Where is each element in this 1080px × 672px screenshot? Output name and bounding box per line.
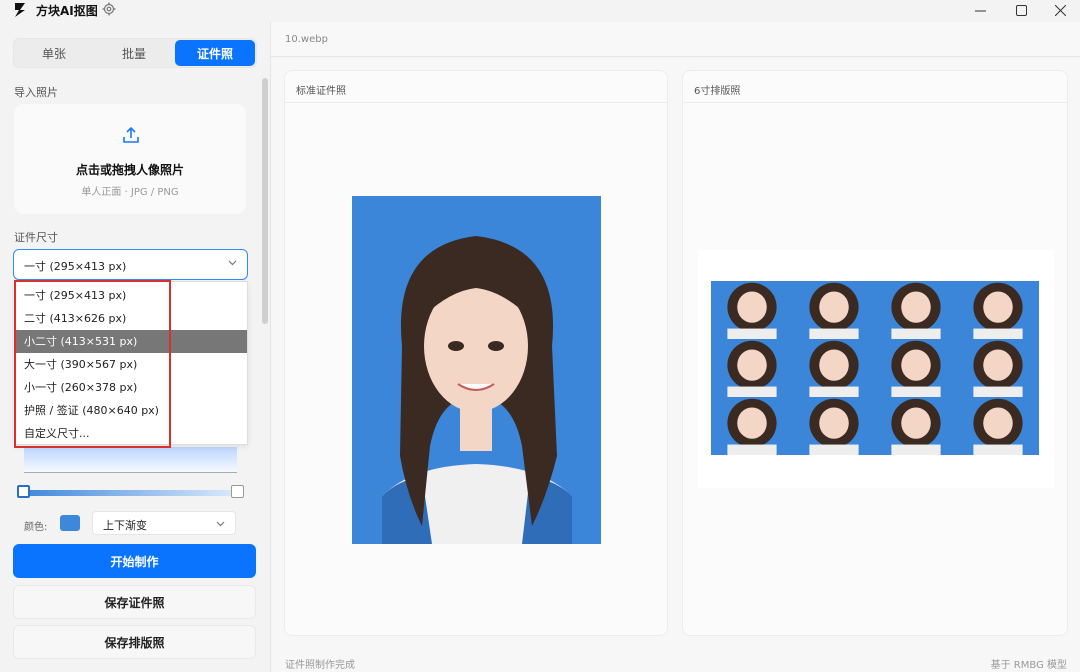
color-swatch[interactable]: [60, 515, 80, 531]
size-option[interactable]: 一寸 (295×413 px): [15, 284, 247, 307]
panel-header: 标准证件照: [285, 71, 667, 103]
layout-thumbnail: [793, 397, 875, 455]
mode-tabs: 单张 批量 证件照: [13, 38, 257, 68]
layout-thumbnail: [711, 339, 793, 397]
maximize-icon: [1015, 4, 1027, 16]
gradient-preview: [24, 447, 237, 473]
size-option-highlighted[interactable]: 小二寸 (413×531 px): [15, 330, 247, 353]
upload-dropzone[interactable]: 点击或拖拽人像照片 单人正面 · JPG / PNG: [14, 104, 246, 214]
layout-thumbnail: [711, 281, 793, 339]
status-message: 证件照制作完成: [285, 660, 355, 671]
layout-thumbnail: [875, 339, 957, 397]
upload-title: 点击或拖拽人像照片: [75, 163, 184, 177]
main-area: 10.webp 标准证件照 6寸排版照 证件照制作完成 基于 RMBG 模型: [270, 22, 1080, 672]
file-name[interactable]: 10.webp: [285, 34, 328, 45]
size-select-value: 一寸 (295×413 px): [24, 260, 127, 273]
upload-icon: [123, 126, 139, 143]
layout-thumbnail: [875, 281, 957, 339]
size-option[interactable]: 小一寸 (260×378 px): [15, 376, 247, 399]
start-button[interactable]: 开始制作: [13, 544, 256, 578]
save-id-photo-button[interactable]: 保存证件照: [13, 585, 256, 619]
size-option[interactable]: 自定义尺寸...: [15, 422, 247, 445]
tab-id-photo[interactable]: 证件照: [175, 40, 255, 66]
status-bar: 证件照制作完成 基于 RMBG 模型: [271, 652, 1080, 672]
gradient-mode-select[interactable]: 上下渐变: [92, 511, 236, 535]
layout-thumbnail: [875, 397, 957, 455]
layout-thumbnail: [793, 281, 875, 339]
gradient-end-handle[interactable]: [231, 485, 244, 498]
layout-photo-title: 6寸排版照: [694, 86, 741, 97]
minimize-button[interactable]: [957, 0, 1003, 20]
close-button[interactable]: [1037, 0, 1080, 20]
tab-single[interactable]: 单张: [14, 39, 94, 67]
size-dropdown-menu: 一寸 (295×413 px) 二寸 (413×626 px) 小二寸 (413…: [14, 281, 248, 445]
chevron-down-icon: [216, 521, 225, 527]
save-layout-button[interactable]: 保存排版照: [13, 625, 256, 659]
layout-thumbnail: [711, 397, 793, 455]
layout-grid: [711, 281, 1039, 455]
layout-thumbnail: [957, 339, 1039, 397]
settings-gear-icon[interactable]: [102, 2, 116, 16]
layout-thumbnail: [957, 281, 1039, 339]
upload-subtitle: 单人正面 · JPG / PNG: [81, 187, 179, 198]
id-photo-preview: [352, 196, 601, 544]
layout-thumbnail: [957, 397, 1039, 455]
app-title: 方块AI抠图: [36, 4, 98, 18]
standard-photo-title: 标准证件照: [296, 86, 346, 97]
standard-photo-panel: 标准证件照: [284, 70, 668, 636]
import-label: 导入照片: [14, 86, 58, 99]
tab-batch[interactable]: 批量: [94, 39, 174, 67]
size-select[interactable]: 一寸 (295×413 px): [13, 249, 248, 280]
layout-sheet-preview: [698, 250, 1054, 488]
minimize-icon: [974, 10, 986, 11]
gradient-slider[interactable]: [20, 490, 238, 496]
size-option[interactable]: 二寸 (413×626 px): [15, 307, 247, 330]
file-tab-bar: 10.webp: [271, 22, 1080, 57]
sidebar: 单张 批量 证件照 导入照片 点击或拖拽人像照片 单人正面 · JPG / PN…: [0, 22, 270, 672]
color-label: 颜色:: [24, 522, 48, 533]
size-label: 证件尺寸: [14, 231, 58, 244]
gradient-mode-value: 上下渐变: [103, 519, 147, 532]
size-option[interactable]: 护照 / 签证 (480×640 px): [15, 399, 247, 422]
panel-header: 6寸排版照: [683, 71, 1067, 103]
close-icon: [1054, 4, 1066, 16]
portrait-image: [352, 196, 601, 544]
size-option[interactable]: 大一寸 (390×567 px): [15, 353, 247, 376]
chevron-down-icon: [228, 260, 237, 266]
sidebar-scrollbar[interactable]: [262, 78, 268, 324]
layout-thumbnail: [793, 339, 875, 397]
gradient-start-handle[interactable]: [17, 485, 30, 498]
layout-photo-panel: 6寸排版照: [682, 70, 1068, 636]
app-logo-icon: [15, 3, 25, 17]
model-info: 基于 RMBG 模型: [990, 660, 1067, 671]
title-bar: 方块AI抠图: [0, 0, 1080, 20]
